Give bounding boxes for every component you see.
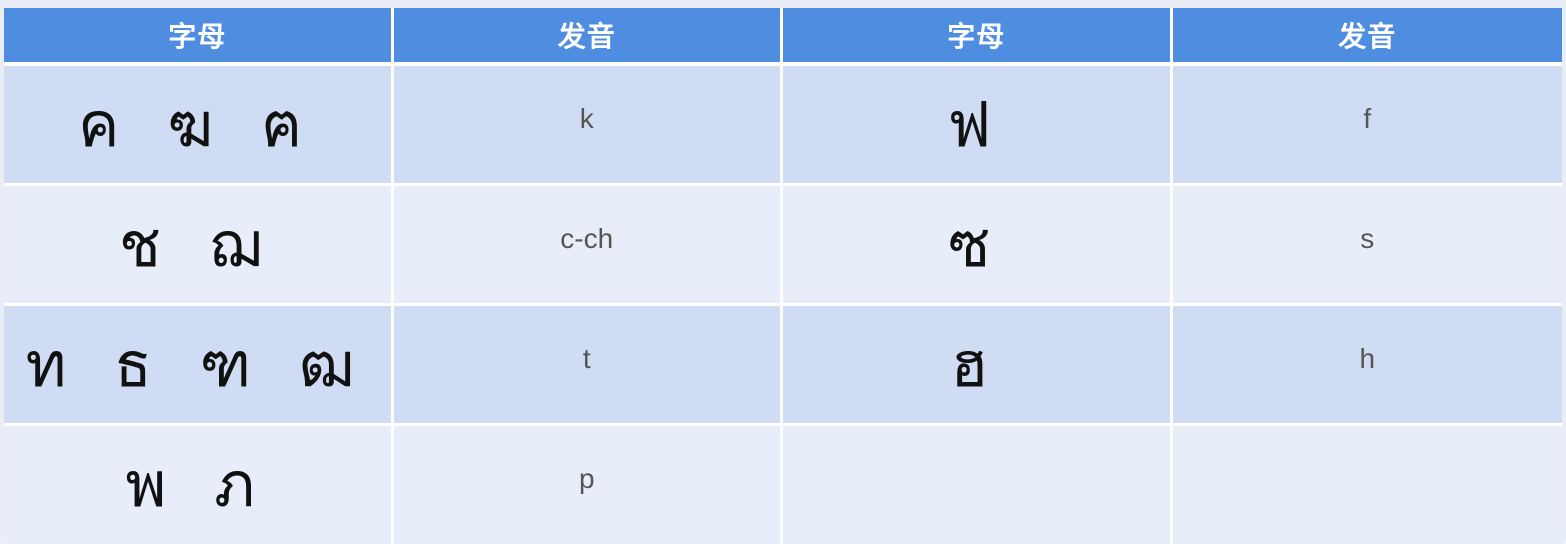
sound-cell: f	[1172, 66, 1562, 186]
sound-cell: p	[393, 426, 783, 544]
table-row: ช ฌ c-ch ซ s	[4, 186, 1562, 306]
table-row: ท ธ ฑ ฒ t ฮ h	[4, 306, 1562, 426]
letters-cell: ช ฌ	[4, 186, 394, 306]
thai-letters: พ ภ	[125, 448, 269, 521]
pronunciation: s	[1360, 222, 1375, 254]
sound-cell: c-ch	[393, 186, 783, 306]
slide-background: 字母 发音 字母 发音 ค ฆ ฅ k ฟ f ช ฌ c-ch ซ s ท ธ…	[0, 0, 1566, 544]
table-row: พ ภ p	[4, 426, 1562, 544]
pronunciation: t	[582, 342, 591, 374]
thai-letters: ฟ	[947, 87, 1006, 161]
pronunciation: p	[578, 463, 595, 494]
letters-cell	[783, 426, 1173, 544]
thai-letters: ท ธ ฑ ฒ	[25, 327, 369, 401]
table-row: ค ฆ ฅ k ฟ f	[4, 66, 1562, 186]
letters-cell: ซ	[783, 186, 1173, 306]
header-letters-left: 字母	[4, 8, 394, 66]
thai-letters: ฮ	[950, 327, 1003, 401]
header-sound-right: 发音	[1172, 8, 1562, 66]
thai-consonant-table: 字母 发音 字母 发音 ค ฆ ฅ k ฟ f ช ฌ c-ch ซ s ท ธ…	[4, 8, 1562, 544]
thai-letters: ซ	[948, 207, 1005, 281]
header-sound-left: 发音	[393, 8, 783, 66]
letters-cell: ท ธ ฑ ฒ	[4, 306, 394, 426]
sound-cell: h	[1172, 306, 1562, 426]
pronunciation: c-ch	[560, 222, 614, 254]
letters-cell: ค ฆ ฅ	[4, 66, 394, 186]
pronunciation: h	[1359, 342, 1376, 374]
sound-cell: t	[393, 306, 783, 426]
sound-cell: k	[393, 66, 783, 186]
thai-letters: ค ฆ ฅ	[78, 87, 317, 161]
letters-cell: พ ภ	[4, 426, 394, 544]
header-row: 字母 发音 字母 发音	[4, 8, 1562, 66]
sound-cell	[1172, 426, 1562, 544]
pronunciation: k	[579, 102, 594, 134]
sound-cell: s	[1172, 186, 1562, 306]
thai-letters: ช ฌ	[118, 207, 276, 281]
pronunciation: f	[1363, 102, 1372, 134]
header-letters-right: 字母	[783, 8, 1173, 66]
letters-cell: ฟ	[783, 66, 1173, 186]
letters-cell: ฮ	[783, 306, 1173, 426]
